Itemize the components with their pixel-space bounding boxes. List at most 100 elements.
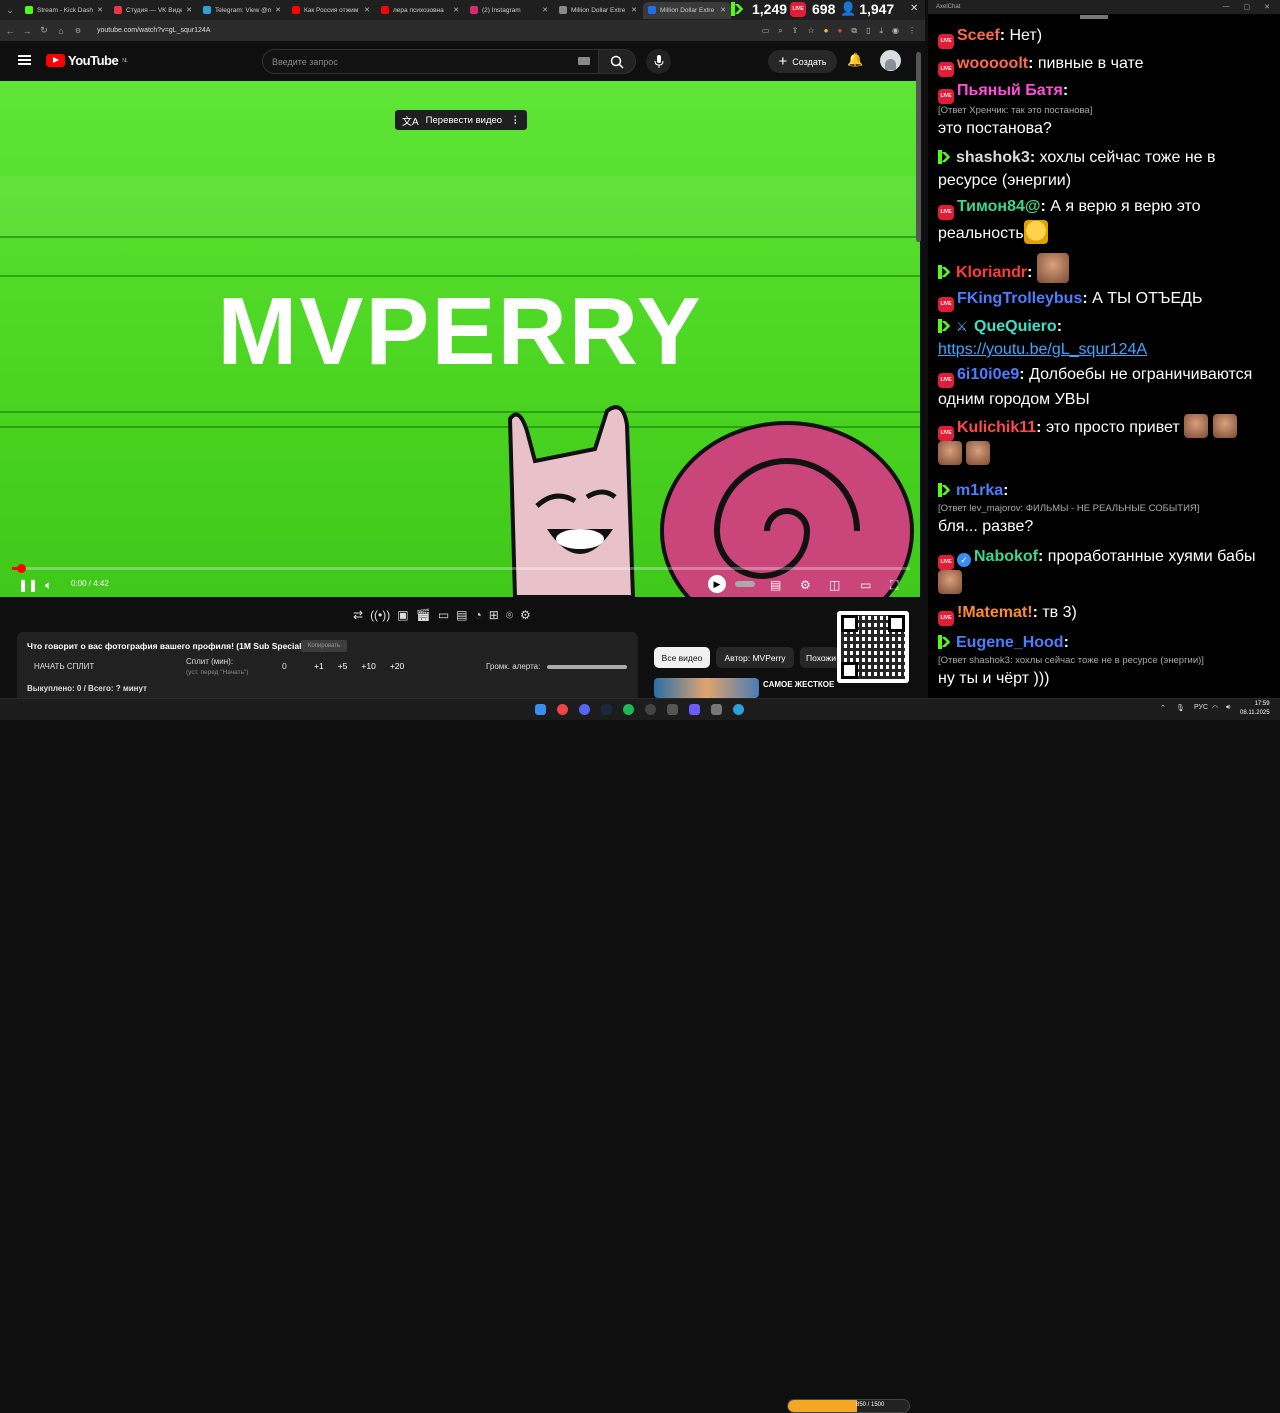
- extension-record-icon[interactable]: ●: [838, 26, 843, 35]
- gear-icon[interactable]: ⚙: [520, 608, 531, 622]
- url-field[interactable]: youtube.com/watch?v=gL_squr124A: [97, 27, 762, 34]
- youtube-logo[interactable]: YouTube NL: [46, 53, 128, 68]
- split-value[interactable]: 0: [282, 661, 287, 671]
- tab-search-icon[interactable]: ⌄: [0, 0, 20, 20]
- extension-icon[interactable]: ●: [824, 26, 829, 35]
- forward-icon[interactable]: →: [20, 26, 34, 36]
- tab-close-icon[interactable]: ✕: [364, 6, 370, 14]
- browser-tab[interactable]: Stream - Kick Dash ✕: [20, 2, 108, 19]
- chat-username[interactable]: Nabokof: [974, 548, 1038, 565]
- search-input[interactable]: Введите запрос: [262, 49, 600, 74]
- extensions-icon[interactable]: ⧉: [851, 26, 857, 36]
- sidebar-icon[interactable]: ▯: [866, 26, 870, 35]
- menu-icon[interactable]: ⋮: [908, 26, 916, 35]
- notifications-bell-icon[interactable]: 🔔: [847, 52, 863, 68]
- close-icon[interactable]: ✕: [1264, 3, 1270, 11]
- wifi-icon[interactable]: ◠: [1212, 704, 1218, 712]
- chat-username[interactable]: QueQuiero: [974, 318, 1057, 335]
- telegram-icon[interactable]: [733, 704, 744, 715]
- loop-icon[interactable]: ⇄: [353, 608, 363, 622]
- video-player[interactable]: MVPERRY 文A Перевести видео ⋮ ❚❚ 🔈︎ 0:00 …: [0, 81, 920, 597]
- start-split-button[interactable]: НАЧАТЬ СПЛИТ: [34, 662, 94, 671]
- chat-username[interactable]: Kulichik11: [957, 419, 1036, 436]
- system-clock[interactable]: 17:59 08.11.2025: [1240, 700, 1270, 718]
- screenshot-icon[interactable]: ⌾: [506, 608, 513, 623]
- app-icon[interactable]: [689, 704, 700, 715]
- subtitles-icon[interactable]: ▤: [770, 578, 781, 592]
- browser-tab[interactable]: Как Россия отжим ✕: [287, 2, 375, 19]
- chat-username[interactable]: Тимон84@: [957, 198, 1040, 215]
- chip-all-videos[interactable]: Все видео: [654, 647, 710, 668]
- camera-view-icon[interactable]: ▣: [397, 608, 408, 622]
- copy-button[interactable]: Копировать: [301, 640, 347, 652]
- app-icon[interactable]: [711, 704, 722, 715]
- clapper-icon[interactable]: 🎬︎: [416, 608, 431, 622]
- chat-username[interactable]: Sceef: [957, 27, 1000, 44]
- obs-icon[interactable]: [645, 704, 656, 715]
- tab-close-icon[interactable]: ✕: [275, 6, 281, 14]
- tab-close-icon[interactable]: ✕: [631, 6, 637, 14]
- chat-username[interactable]: 6i10i0e9: [957, 366, 1019, 383]
- zoom-icon[interactable]: ⌕: [778, 26, 782, 36]
- page-scrollbar[interactable]: [916, 52, 921, 242]
- browser-tab[interactable]: лера психозовна ✕: [376, 2, 464, 19]
- bookmark-icon[interactable]: ☆: [807, 26, 814, 35]
- share-icon[interactable]: ⇪: [792, 26, 799, 35]
- chat-link[interactable]: https://youtu.be/gL_squr124A: [938, 341, 1147, 358]
- home-icon[interactable]: ⌂: [54, 26, 68, 36]
- chat-username[interactable]: FKingTrolleybus: [957, 290, 1082, 307]
- volume-icon[interactable]: 🔈︎: [45, 578, 52, 593]
- browser-tab[interactable]: Студия — VK Видео ✕: [109, 2, 197, 19]
- theater-mode-icon[interactable]: ▭: [860, 578, 871, 592]
- mic-tray-icon[interactable]: 🎙︎: [1176, 704, 1185, 712]
- chat-username[interactable]: Пьяный Батя: [957, 82, 1063, 99]
- chip-similar[interactable]: Похожи: [800, 647, 840, 668]
- chat-drag-handle[interactable]: [1080, 15, 1108, 19]
- chat-username[interactable]: m1rka: [956, 482, 1003, 499]
- browser-tab[interactable]: (2) Instagram ✕: [465, 2, 553, 19]
- broadcast-icon[interactable]: ((•)): [370, 608, 390, 622]
- tab-close-icon[interactable]: ✕: [97, 6, 103, 14]
- back-icon[interactable]: ←: [3, 26, 17, 36]
- fullscreen-icon[interactable]: ⛶: [890, 578, 898, 593]
- speaker-icon[interactable]: 🔊︎: [1226, 704, 1230, 712]
- minimize-icon[interactable]: —: [1223, 3, 1230, 11]
- more-icon[interactable]: ⋮: [511, 115, 521, 126]
- voice-search-button[interactable]: [646, 49, 671, 74]
- language-indicator[interactable]: РУС: [1194, 704, 1208, 711]
- autoplay-icon[interactable]: ▶: [708, 575, 726, 593]
- chat-username[interactable]: Eugene_Hood: [956, 634, 1064, 651]
- film-icon[interactable]: ▤: [456, 608, 467, 622]
- chat-username[interactable]: shashok3: [956, 149, 1030, 166]
- browser-tab[interactable]: Million Dollar Extre ✕: [554, 2, 642, 19]
- step-button[interactable]: +10: [361, 661, 375, 671]
- step-button[interactable]: +20: [390, 661, 404, 671]
- step-button[interactable]: +1: [314, 661, 324, 671]
- progress-bar[interactable]: [12, 564, 910, 573]
- search-button[interactable]: [598, 49, 636, 74]
- download-icon[interactable]: ⤓: [879, 26, 883, 36]
- chat-username[interactable]: !Matemat!: [957, 604, 1033, 621]
- alert-volume-slider[interactable]: [547, 665, 627, 669]
- tab-close-icon[interactable]: ✕: [453, 6, 459, 14]
- site-info-icon[interactable]: ⚙: [71, 27, 85, 35]
- profile-icon[interactable]: ◉: [892, 26, 899, 35]
- account-avatar[interactable]: [880, 50, 901, 71]
- recommended-title[interactable]: САМОЕ ЖЕСТКОЕ: [763, 680, 834, 689]
- app-icon[interactable]: [667, 704, 678, 715]
- spotify-icon[interactable]: [623, 704, 634, 715]
- start-icon[interactable]: [535, 704, 546, 715]
- chrome-icon[interactable]: [557, 704, 568, 715]
- reload-icon[interactable]: ↻: [37, 25, 51, 36]
- tab-close-icon[interactable]: ✕: [186, 6, 192, 14]
- close-window-icon[interactable]: ✕: [910, 3, 918, 14]
- maximize-icon[interactable]: ▢: [1244, 3, 1251, 11]
- menu-burger-icon[interactable]: [18, 55, 31, 65]
- browser-tab[interactable]: Telegram: View @m ✕: [198, 2, 286, 19]
- add-icon[interactable]: ⊞: [489, 608, 499, 622]
- aspect-ratio-icon[interactable]: ▭: [438, 608, 449, 622]
- scrubber-handle[interactable]: [16, 564, 26, 573]
- tab-close-icon[interactable]: ✕: [720, 6, 726, 14]
- settings-icon[interactable]: ⚙: [800, 578, 811, 592]
- step-button[interactable]: +5: [338, 661, 348, 671]
